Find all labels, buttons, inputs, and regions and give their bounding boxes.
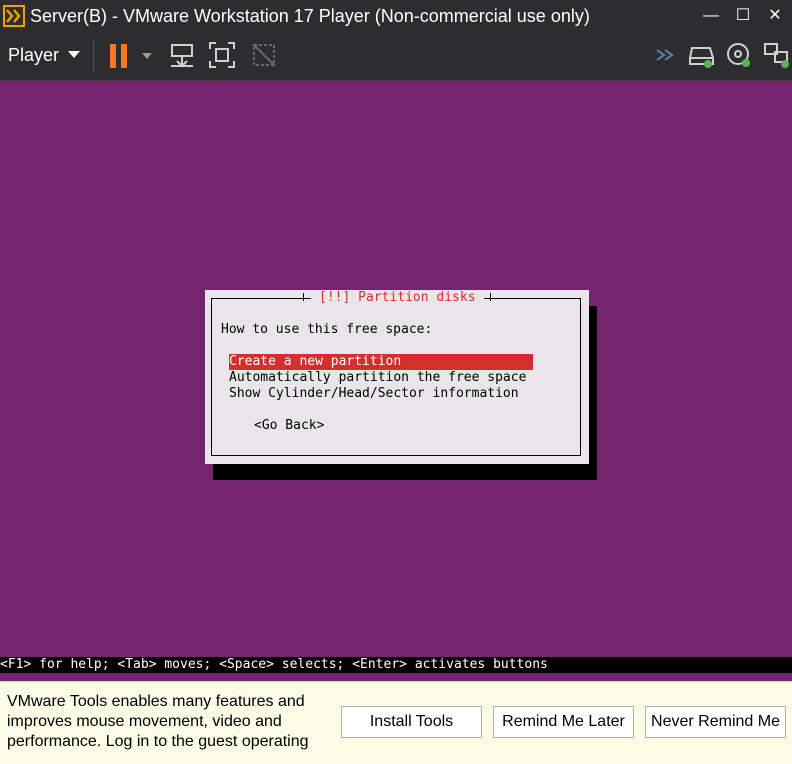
partition-dialog: [!!] Partition disks How to use this fre… [205, 290, 589, 464]
toolbar: Player [0, 31, 792, 81]
dialog-title: [!!] Partition disks [311, 290, 484, 306]
devices-arrow-icon[interactable] [653, 40, 683, 70]
vmware-logo-icon [3, 5, 25, 27]
pause-options-chevron-icon[interactable] [142, 53, 152, 59]
network-adapter-icon[interactable] [762, 40, 792, 70]
dialog-prompt: How to use this free space: [221, 322, 433, 337]
vmware-tools-notification: VMware Tools enables many features and i… [0, 681, 792, 764]
notification-message: VMware Tools enables many features and i… [7, 693, 309, 750]
hard-disk-icon[interactable] [687, 40, 717, 70]
cd-dvd-icon[interactable] [724, 40, 754, 70]
go-back-button[interactable]: <Go Back> [254, 418, 324, 434]
chevron-down-icon[interactable] [68, 51, 80, 58]
fullscreen-icon[interactable] [207, 40, 237, 70]
pause-icon [121, 44, 127, 68]
never-remind-me-button[interactable]: Never Remind Me [645, 706, 786, 738]
title-bar: Server(B) - VMware Workstation 17 Player… [0, 0, 792, 31]
pause-button[interactable] [110, 44, 132, 68]
window-title: Server(B) - VMware Workstation 17 Player… [30, 6, 590, 26]
dialog-frame-tick [303, 293, 304, 301]
remind-me-later-button[interactable]: Remind Me Later [493, 706, 634, 738]
close-button[interactable]: ✕ [756, 0, 792, 31]
option-create-new-partition[interactable]: Create a new partition [229, 354, 533, 370]
send-ctrl-alt-del-icon[interactable] [167, 40, 197, 70]
dialog-frame-tick [490, 293, 491, 301]
install-tools-button[interactable]: Install Tools [341, 706, 482, 738]
pause-icon [110, 44, 116, 68]
toolbar-divider [93, 40, 94, 72]
option-show-chs-info[interactable]: Show Cylinder/Head/Sector information [229, 386, 519, 402]
unity-mode-icon[interactable] [249, 40, 279, 70]
option-auto-partition[interactable]: Automatically partition the free space [229, 370, 526, 386]
player-menu-button[interactable]: Player [8, 44, 59, 66]
help-line: <F1> for help; <Tab> moves; <Space> sele… [0, 657, 548, 672]
